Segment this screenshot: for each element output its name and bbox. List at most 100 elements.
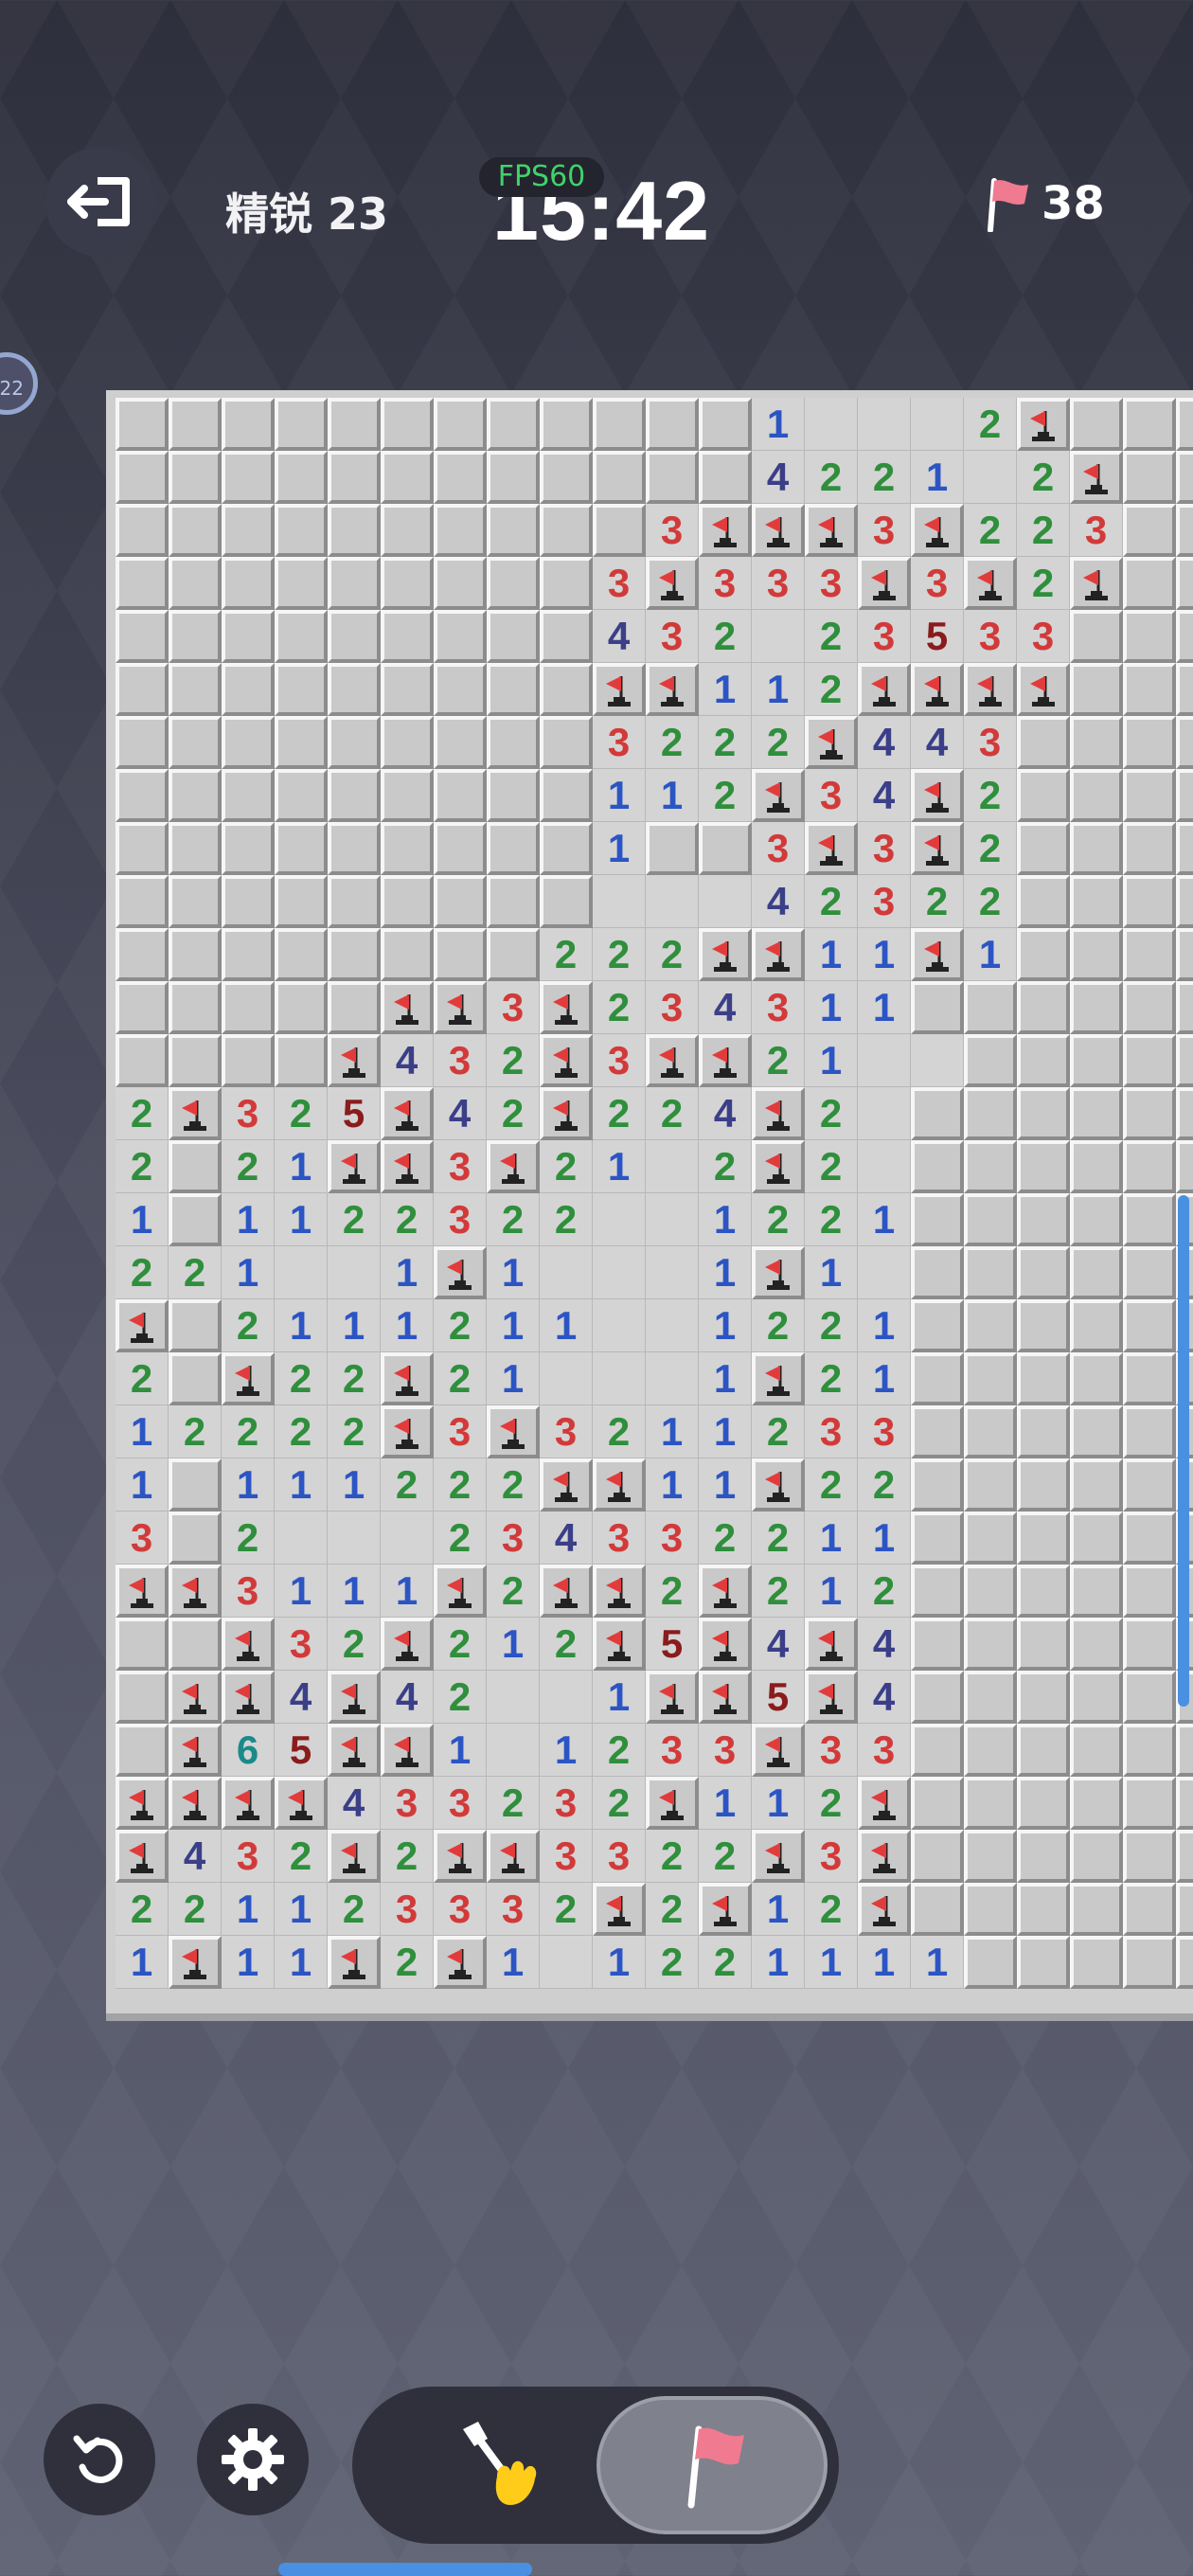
board-cell-hidden[interactable] (116, 981, 169, 1034)
board-cell-hidden[interactable] (593, 398, 646, 451)
board-cell-hidden[interactable] (275, 822, 328, 875)
board-cell-flagged[interactable] (752, 1458, 805, 1512)
board-cell-hidden[interactable] (964, 1671, 1017, 1724)
board-cell-flagged[interactable] (752, 1830, 805, 1883)
board-cell-hidden[interactable] (1176, 875, 1193, 928)
board-cell-hidden[interactable] (169, 1512, 222, 1565)
board-cell-hidden[interactable] (434, 557, 487, 610)
board-cell-hidden[interactable] (1123, 981, 1176, 1034)
board-cell-flagged[interactable] (169, 1565, 222, 1618)
board-cell-flagged[interactable] (858, 1777, 911, 1830)
board-cell-hidden[interactable] (964, 1405, 1017, 1458)
board-cell-flagged[interactable] (911, 822, 964, 875)
board-cell-hidden[interactable] (1176, 822, 1193, 875)
board-cell-hidden[interactable] (964, 1458, 1017, 1512)
board-cell-flagged[interactable] (646, 557, 699, 610)
board-cell-hidden[interactable] (1017, 716, 1070, 769)
board-cell-hidden[interactable] (169, 1299, 222, 1352)
exit-button[interactable] (45, 147, 155, 257)
board-cell-hidden[interactable] (116, 928, 169, 981)
settings-button[interactable] (197, 2404, 309, 2515)
board-cell-flagged[interactable] (911, 663, 964, 716)
board-cell-hidden[interactable] (1176, 663, 1193, 716)
board-cell-flagged[interactable] (699, 1034, 752, 1087)
board-cell-hidden[interactable] (540, 769, 593, 822)
board-cell-hidden[interactable] (1070, 398, 1123, 451)
board-cell-hidden[interactable] (434, 928, 487, 981)
board-cell-flagged[interactable] (646, 1671, 699, 1724)
board-cell-hidden[interactable] (911, 1777, 964, 1830)
board-cell-hidden[interactable] (169, 822, 222, 875)
board-cell-hidden[interactable] (222, 557, 275, 610)
board-cell-hidden[interactable] (911, 1193, 964, 1246)
board-cell-hidden[interactable] (381, 875, 434, 928)
board-cell-hidden[interactable] (328, 716, 381, 769)
board-cell-hidden[interactable] (169, 557, 222, 610)
board-cell-hidden[interactable] (1123, 1352, 1176, 1405)
board-cell-hidden[interactable] (169, 769, 222, 822)
board-cell-hidden[interactable] (1123, 928, 1176, 981)
board-cell-hidden[interactable] (1123, 557, 1176, 610)
board-cell-hidden[interactable] (1176, 1777, 1193, 1830)
board-cell-hidden[interactable] (1176, 504, 1193, 557)
board-cell-hidden[interactable] (1070, 1671, 1123, 1724)
board-cell-hidden[interactable] (911, 1724, 964, 1777)
board-cell-flagged[interactable] (381, 1405, 434, 1458)
board-cell-hidden[interactable] (169, 1618, 222, 1671)
board-cell-hidden[interactable] (911, 1458, 964, 1512)
board-cell-flagged[interactable] (381, 1087, 434, 1140)
board-cell-flagged[interactable] (593, 1458, 646, 1512)
board-cell-hidden[interactable] (222, 981, 275, 1034)
board-cell-hidden[interactable] (328, 928, 381, 981)
board-cell-flagged[interactable] (646, 1034, 699, 1087)
board-cell-flagged[interactable] (381, 1352, 434, 1405)
board-cell-flagged[interactable] (593, 1618, 646, 1671)
board-cell-hidden[interactable] (964, 1830, 1017, 1883)
board-cell-hidden[interactable] (1017, 1777, 1070, 1830)
board-cell-hidden[interactable] (222, 451, 275, 504)
board-cell-hidden[interactable] (1123, 1405, 1176, 1458)
board-cell-hidden[interactable] (275, 557, 328, 610)
board-cell-hidden[interactable] (487, 716, 540, 769)
board-cell-hidden[interactable] (1017, 1671, 1070, 1724)
board-cell-flagged[interactable] (752, 1140, 805, 1193)
board-cell-flagged[interactable] (911, 769, 964, 822)
board-cell-hidden[interactable] (646, 398, 699, 451)
board-cell-hidden[interactable] (169, 1458, 222, 1512)
board-cell-hidden[interactable] (1176, 557, 1193, 610)
board-cell-hidden[interactable] (1070, 1458, 1123, 1512)
board-cell-hidden[interactable] (1070, 1512, 1123, 1565)
board-cell-hidden[interactable] (169, 875, 222, 928)
board-cell-hidden[interactable] (964, 981, 1017, 1034)
board-cell-hidden[interactable] (1070, 1777, 1123, 1830)
board-cell-flagged[interactable] (434, 1565, 487, 1618)
board-cell-hidden[interactable] (275, 928, 328, 981)
board-cell-hidden[interactable] (911, 1140, 964, 1193)
board-cell-flagged[interactable] (964, 557, 1017, 610)
flag-mode-button[interactable] (596, 2396, 828, 2534)
board-cell-hidden[interactable] (1070, 1193, 1123, 1246)
side-level-badge[interactable]: 22 (0, 352, 38, 415)
board-cell-hidden[interactable] (964, 1193, 1017, 1246)
board-cell-hidden[interactable] (434, 716, 487, 769)
board-cell-hidden[interactable] (222, 716, 275, 769)
board-cell-hidden[interactable] (328, 504, 381, 557)
board-cell-hidden[interactable] (1123, 1671, 1176, 1724)
board-cell-flagged[interactable] (169, 1936, 222, 1989)
board-cell-hidden[interactable] (646, 451, 699, 504)
board-cell-flagged[interactable] (275, 1777, 328, 1830)
board-cell-flagged[interactable] (1017, 398, 1070, 451)
board-cell-hidden[interactable] (434, 769, 487, 822)
board-cell-flagged[interactable] (328, 1830, 381, 1883)
board-cell-flagged[interactable] (116, 1777, 169, 1830)
board-cell-hidden[interactable] (911, 1246, 964, 1299)
board-cell-flagged[interactable] (434, 981, 487, 1034)
board-cell-hidden[interactable] (1123, 1830, 1176, 1883)
board-cell-hidden[interactable] (1176, 1936, 1193, 1989)
board-cell-hidden[interactable] (1070, 1405, 1123, 1458)
board-cell-hidden[interactable] (1070, 1565, 1123, 1618)
board-cell-hidden[interactable] (1176, 1140, 1193, 1193)
board-cell-hidden[interactable] (328, 769, 381, 822)
board-cell-hidden[interactable] (487, 663, 540, 716)
board-cell-hidden[interactable] (434, 504, 487, 557)
